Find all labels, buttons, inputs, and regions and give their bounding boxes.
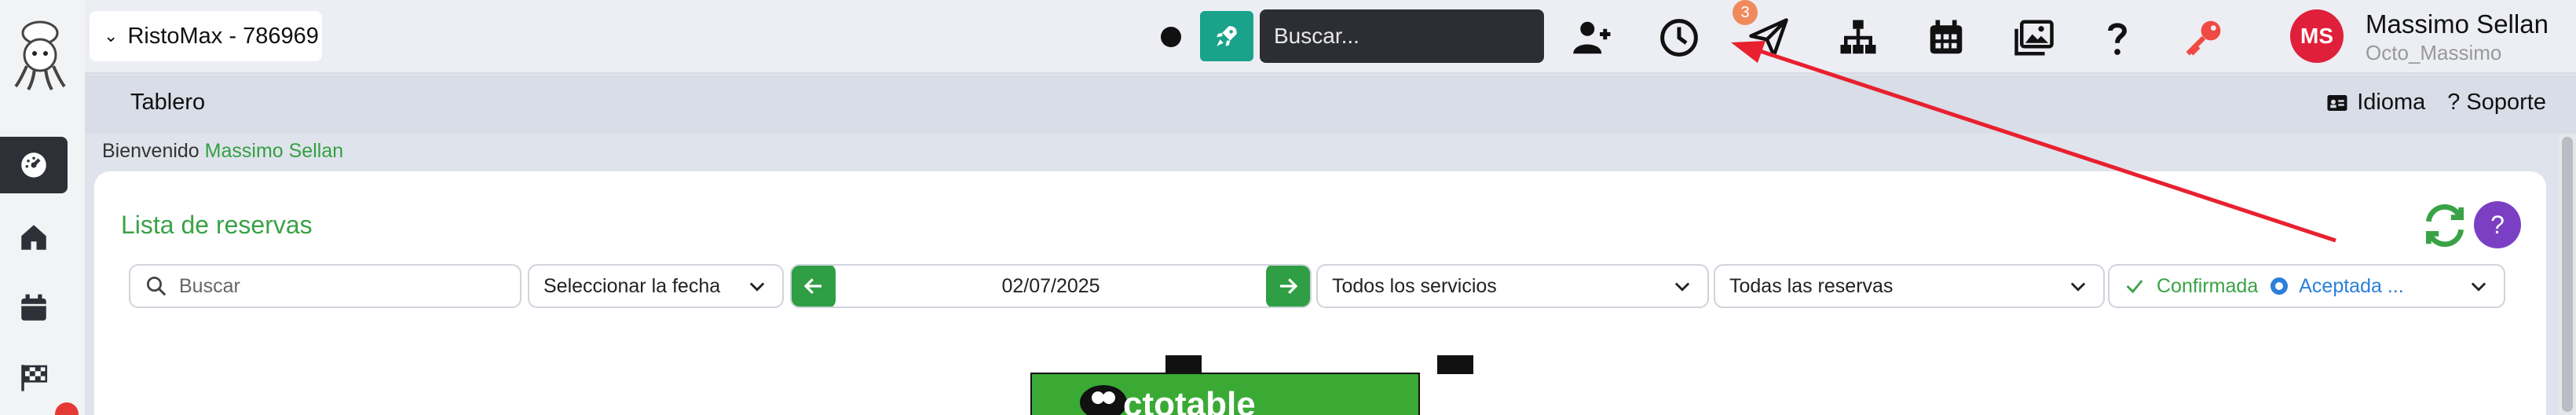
restaurant-label: RistoMax - 786969	[127, 23, 319, 49]
welcome-prefix: Bienvenido	[102, 140, 199, 162]
key-icon	[2186, 20, 2221, 56]
status-accepted: Aceptada ...	[2270, 274, 2404, 298]
checkered-flag-icon	[21, 365, 48, 391]
support-link[interactable]: ? Soporte	[2447, 90, 2546, 116]
connection-status-dot	[1161, 27, 1181, 47]
date-navigator: 02/07/2025	[790, 264, 1312, 308]
rocket-icon	[1217, 26, 1237, 46]
status-confirmed: Confirmada	[2124, 275, 2258, 298]
chef-octopus-logo	[14, 20, 66, 91]
gallery-button[interactable]	[2009, 13, 2059, 63]
current-date[interactable]: 02/07/2025	[836, 275, 1266, 298]
status-accepted-label: Aceptada ...	[2299, 274, 2404, 297]
clock-icon	[1660, 19, 1698, 57]
check-icon	[2126, 280, 2143, 294]
calendar-button[interactable]	[1921, 13, 1971, 63]
promo-stand-left	[1165, 355, 1202, 374]
sitemap-icon	[1840, 20, 1876, 54]
sidebar-item-dashboard[interactable]	[0, 137, 68, 193]
scrollbar-thumb[interactable]	[2562, 137, 2573, 412]
language-link[interactable]: Idioma	[2324, 90, 2425, 116]
help-button[interactable]	[2092, 13, 2142, 63]
language-label: Idioma	[2357, 90, 2426, 115]
reservation-search-input[interactable]	[179, 274, 506, 298]
sidebar-item-goals[interactable]	[0, 349, 68, 406]
search-icon	[147, 277, 166, 296]
arrow-right-icon	[1280, 278, 1298, 294]
question-icon: ?	[2447, 90, 2461, 115]
global-search[interactable]	[1260, 9, 1557, 63]
sidebar-item-home[interactable]	[0, 209, 68, 266]
sub-header: Tablero Idioma ? Soporte	[85, 75, 2576, 134]
user-handle: Octo_Massimo	[2366, 41, 2502, 64]
top-bar: ⌄ RistoMax - 786969 3 MS Massimo Sellan …	[85, 0, 2576, 74]
reservation-search[interactable]	[129, 264, 521, 308]
promo-text: ctotable	[1123, 385, 1256, 415]
reservations-title: Lista de reservas	[121, 211, 313, 239]
organization-button[interactable]	[1833, 13, 1883, 63]
add-user-icon	[1573, 21, 1611, 54]
services-label: Todos los servicios	[1332, 274, 1497, 297]
date-select-label: Seleccionar la fecha	[543, 274, 721, 297]
help-circle-button[interactable]: ?	[2474, 201, 2521, 248]
reservations-filter-label: Todas las reservas	[1729, 274, 1894, 297]
next-day-button[interactable]	[1266, 266, 1310, 307]
question-mark-icon	[2108, 23, 2127, 55]
chevron-down-icon	[749, 282, 765, 292]
calendar-icon	[21, 294, 46, 321]
previous-day-button[interactable]	[792, 266, 836, 307]
quick-launch-button[interactable]	[1200, 11, 1253, 61]
restaurant-selector[interactable]: ⌄ RistoMax - 786969	[90, 11, 322, 61]
promo-stand-right	[1437, 355, 1473, 374]
services-select[interactable]: Todos los servicios	[1316, 264, 1709, 308]
page-title: Tablero	[130, 90, 206, 115]
images-icon	[2014, 20, 2054, 56]
arrow-left-icon	[803, 278, 821, 294]
support-label: Soporte	[2466, 90, 2546, 115]
search-input[interactable]	[1274, 24, 1557, 49]
status-select[interactable]: Confirmada Aceptada ...	[2108, 264, 2505, 308]
chevron-down-icon	[2471, 282, 2486, 292]
welcome-user-name: Massimo Sellan	[204, 140, 344, 162]
status-confirmed-label: Confirmada	[2157, 274, 2259, 297]
user-name: Massimo Sellan	[2366, 9, 2549, 39]
sidebar	[0, 0, 85, 415]
refresh-icon[interactable]	[2420, 201, 2469, 250]
add-user-button[interactable]	[1568, 13, 1618, 63]
reservations-type-select[interactable]: Todas las reservas	[1714, 264, 2105, 308]
page-scrollbar[interactable]	[2559, 134, 2576, 415]
chevron-down-icon	[1674, 282, 1690, 292]
radio-dot-icon	[2270, 277, 2289, 295]
welcome-message: Bienvenido Massimo Sellan	[102, 140, 343, 163]
history-button[interactable]	[1654, 13, 1704, 63]
send-message-button[interactable]	[1744, 13, 1794, 63]
access-key-button[interactable]	[2179, 13, 2229, 63]
paper-plane-icon	[1749, 18, 1788, 57]
dashboard-gauge-icon	[21, 152, 46, 178]
home-icon	[21, 225, 46, 250]
sidebar-item-calendar[interactable]	[0, 280, 68, 336]
date-select[interactable]: Seleccionar la fecha	[528, 264, 784, 308]
user-avatar[interactable]: MS	[2290, 9, 2344, 63]
calendar-grid-icon	[1930, 20, 1963, 54]
id-card-icon	[2327, 94, 2347, 111]
chevron-down-icon: ⌄	[104, 26, 119, 46]
chevron-down-icon	[2070, 282, 2086, 292]
